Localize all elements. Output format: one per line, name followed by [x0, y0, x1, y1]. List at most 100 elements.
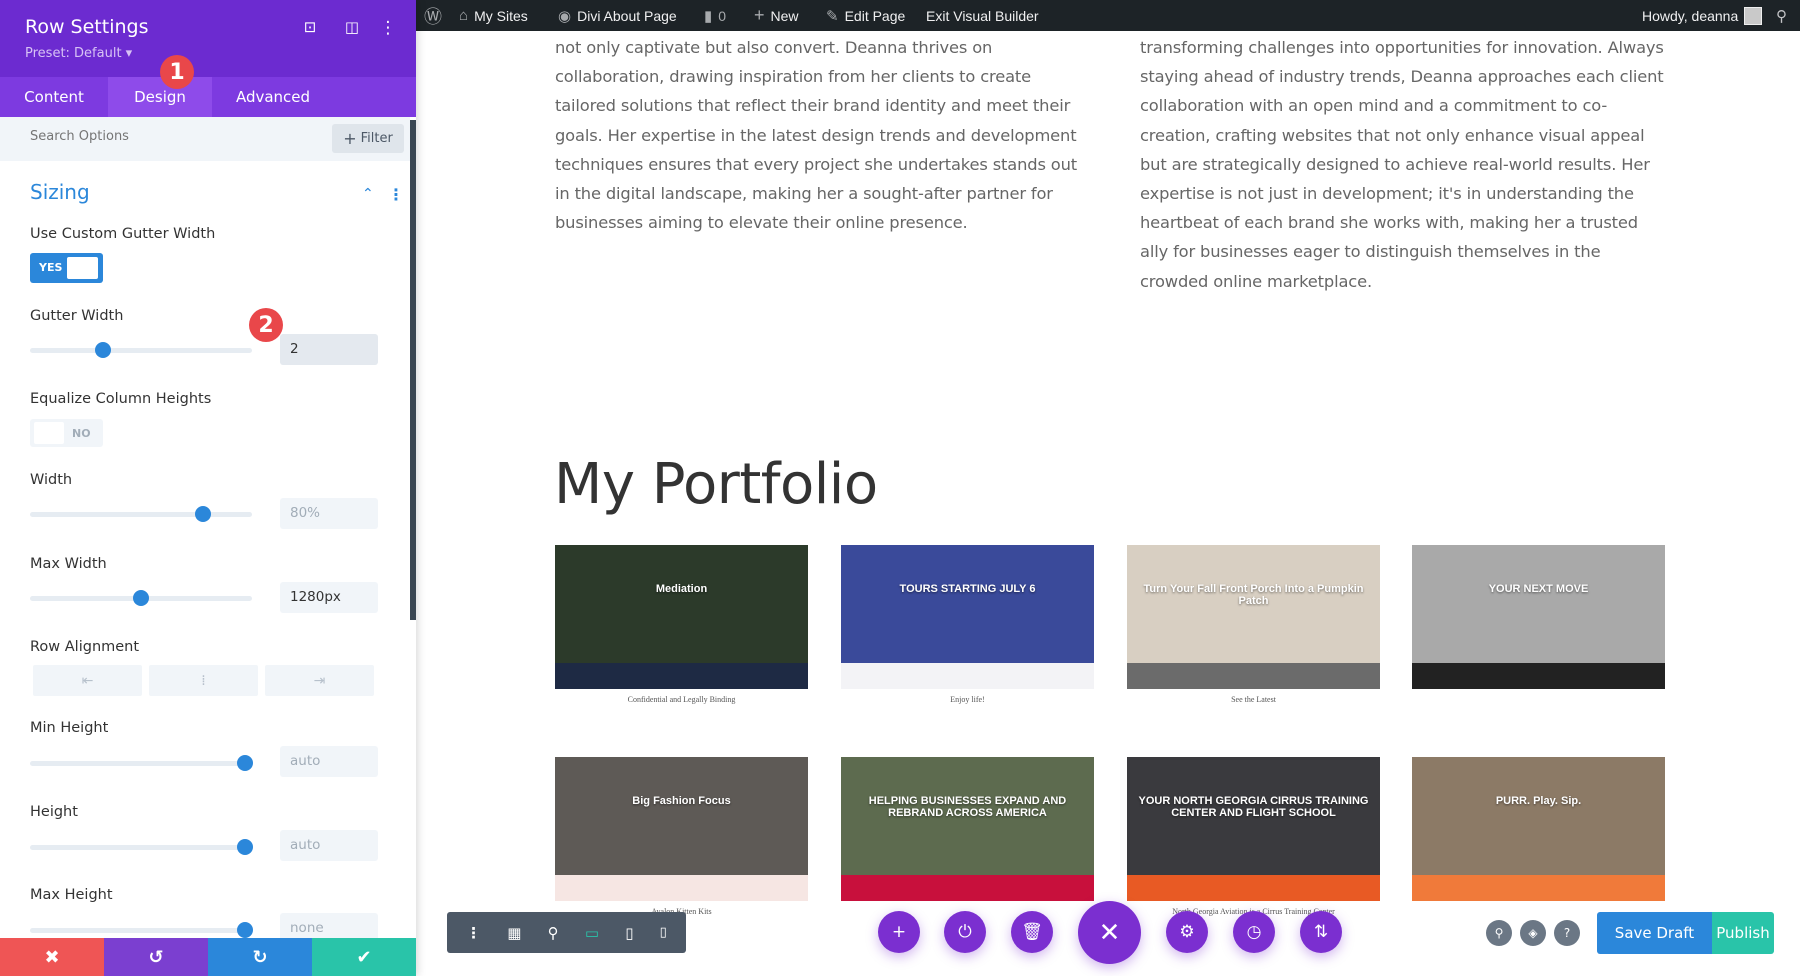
save-changes-button[interactable]: ✔ [312, 938, 416, 976]
gutter-width-input[interactable]: 2 [280, 334, 378, 365]
height-slider[interactable] [30, 839, 254, 855]
pencil-icon: ✎ [826, 7, 839, 25]
edit-page-link[interactable]: ✎ Edit Page [826, 0, 905, 31]
align-center-icon: ⁞ [201, 672, 206, 689]
exit-builder-label: Exit Visual Builder [926, 7, 1039, 24]
help-icon: ? [1563, 926, 1571, 940]
portfolio-accent [555, 875, 808, 901]
phone-view-icon[interactable]: ▯ [660, 925, 667, 940]
desktop-view-icon[interactable]: ▭ [585, 924, 599, 942]
portfolio-item[interactable]: Turn Your Fall Front Porch Into a Pumpki… [1127, 545, 1380, 727]
exit-visual-builder-link[interactable]: Exit Visual Builder [926, 0, 1039, 31]
max-height-slider[interactable] [30, 922, 254, 938]
tablet-view-icon[interactable]: ▯ [625, 924, 633, 942]
search-button[interactable]: ⚲ [1776, 0, 1787, 31]
align-right-button[interactable]: ⇥ [265, 665, 374, 696]
sort-arrows-icon: ⇅ [1313, 922, 1329, 942]
slider-knob[interactable] [237, 922, 254, 938]
panel-header: Row Settings Preset: Default ▾ ⊡ ◫ ⋮ [0, 0, 416, 77]
filter-button[interactable]: + Filter [332, 124, 404, 153]
tab-content[interactable]: Content [0, 77, 108, 117]
panel-tabs: Content Design Advanced [0, 77, 416, 117]
width-slider[interactable] [30, 506, 252, 522]
step-badge-1: 1 [160, 55, 194, 89]
slider-knob[interactable] [237, 755, 254, 771]
new-content-menu[interactable]: + New [754, 0, 799, 31]
search-icon: ⚲ [1494, 926, 1504, 940]
save-draft-button[interactable]: Save Draft [1597, 912, 1712, 954]
sort-button[interactable]: ⇅ [1300, 911, 1342, 953]
undo-button[interactable]: ↺ [104, 938, 208, 976]
section-menu-icon[interactable]: ⋮ [388, 185, 404, 204]
help-button[interactable]: ? [1554, 920, 1580, 946]
search-options-input[interactable] [30, 129, 230, 144]
close-builder-button[interactable]: ✕ [1078, 901, 1141, 964]
width-input[interactable]: 80% [280, 498, 378, 529]
layers-button[interactable]: ◈ [1520, 920, 1546, 946]
split-view-icon[interactable]: ◫ [342, 18, 362, 36]
max-width-input[interactable]: 1280px [280, 582, 378, 613]
discard-button[interactable]: ✖ [0, 938, 104, 976]
portfolio-item[interactable]: Mediation Confidential and Legally Bindin… [555, 545, 808, 727]
wireframe-view-icon[interactable]: ▦ [507, 924, 521, 942]
redo-button[interactable]: ↻ [208, 938, 312, 976]
preset-dropdown[interactable]: Preset: Default ▾ [25, 46, 132, 61]
add-button[interactable]: + [878, 911, 920, 953]
power-icon: ⏻ [958, 922, 972, 942]
portfolio-heading: My Portfolio [554, 452, 878, 517]
custom-gutter-toggle[interactable]: YES [30, 253, 103, 283]
more-options-icon[interactable]: ⋮ [466, 924, 481, 942]
zoom-view-icon[interactable]: ⚲ [548, 924, 559, 942]
portfolio-accent [841, 663, 1094, 689]
portfolio-item[interactable]: YOUR NORTH GEORGIA CIRRUS TRAINING CENTE… [1127, 757, 1380, 937]
height-input[interactable]: auto [280, 830, 378, 861]
equalize-heights-toggle[interactable]: NO [30, 419, 103, 447]
align-left-button[interactable]: ⇤ [33, 665, 142, 696]
my-sites-menu[interactable]: ⌂ My Sites [459, 0, 528, 31]
panel-title: Row Settings [25, 16, 149, 38]
max-width-slider[interactable] [30, 590, 252, 606]
comments-link[interactable]: ▮ 0 [704, 0, 726, 31]
slider-knob[interactable] [237, 839, 254, 855]
slider-knob[interactable] [133, 590, 149, 606]
fullscreen-icon[interactable]: ⊡ [300, 18, 320, 36]
min-height-input[interactable]: auto [280, 746, 378, 777]
account-menu[interactable]: Howdy, deanna [1642, 0, 1763, 31]
portfolio-item[interactable]: TOURS STARTING JULY 6 Enjoy life! [841, 545, 1094, 727]
history-button[interactable]: ◷ [1233, 911, 1275, 953]
portfolio-item-title: HELPING BUSINESSES EXPAND AND REBRAND AC… [868, 795, 1067, 819]
wordpress-icon: Ⓦ [424, 6, 442, 27]
clear-layout-button[interactable]: 🗑 [1011, 911, 1053, 953]
portfolio-item[interactable]: HELPING BUSINESSES EXPAND AND REBRAND AC… [841, 757, 1094, 937]
tab-design[interactable]: Design [108, 77, 212, 117]
portfolio-item-title: YOUR NORTH GEORGIA CIRRUS TRAINING CENTE… [1138, 795, 1369, 819]
portfolio-item-title: Turn Your Fall Front Porch Into a Pumpki… [1143, 583, 1364, 607]
portfolio-item[interactable]: PURR. Play. Sip. [1412, 757, 1665, 937]
sizing-section-title[interactable]: Sizing [30, 180, 90, 204]
panel-scrollbar[interactable] [410, 120, 416, 620]
more-options-icon[interactable]: ⋮ [378, 18, 398, 38]
tab-advanced[interactable]: Advanced [212, 77, 334, 117]
filter-label: Filter [360, 131, 393, 146]
redo-icon: ↻ [252, 946, 268, 968]
portfolio-item-subtitle: Confidential and Legally Binding [627, 695, 736, 704]
portfolio-hero [841, 545, 1094, 663]
greeting-label: Howdy, deanna [1642, 7, 1739, 24]
publish-button[interactable]: Publish [1712, 912, 1774, 954]
portfolio-item[interactable]: Big Fashion FocusAvalon Kitten Kits [555, 757, 808, 937]
page-settings-button[interactable]: ⚙ [1166, 911, 1208, 953]
gutter-width-slider[interactable] [30, 342, 252, 358]
min-height-slider[interactable] [30, 755, 254, 771]
site-name-label: Divi About Page [577, 7, 677, 24]
trash-icon: 🗑 [1021, 922, 1043, 942]
wordpress-logo-button[interactable]: Ⓦ [424, 0, 442, 31]
collapse-chevron-icon[interactable]: ⌃ [362, 186, 374, 202]
site-name-menu[interactable]: ◉ Divi About Page [558, 0, 677, 31]
slider-knob[interactable] [95, 342, 112, 358]
portfolio-item[interactable]: YOUR NEXT MOVE [1412, 545, 1665, 727]
portability-button[interactable]: ⏻ [944, 911, 986, 953]
align-center-button[interactable]: ⁞ [149, 665, 258, 696]
find-button[interactable]: ⚲ [1486, 920, 1512, 946]
slider-knob[interactable] [195, 506, 212, 522]
plus-icon: + [343, 129, 357, 148]
